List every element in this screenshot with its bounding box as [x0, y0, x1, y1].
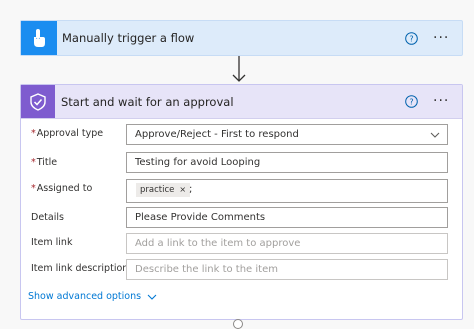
approval-card: Start and wait for an approval ? ··· *Ap…: [20, 84, 463, 320]
approval-title: Start and wait for an approval: [61, 95, 234, 109]
flow-arrow-icon: [232, 56, 246, 82]
svg-text:?: ?: [409, 34, 413, 43]
assigned-to-label: *Assigned to: [31, 183, 93, 194]
token-separator: ;: [189, 184, 193, 195]
item-link-label: Item link: [31, 237, 73, 248]
title-label: *Title: [31, 157, 58, 168]
item-link-description-input[interactable]: Describe the link to the item: [126, 259, 448, 280]
trigger-card[interactable]: Manually trigger a flow ? ···: [20, 20, 463, 56]
help-icon[interactable]: ?: [405, 32, 418, 45]
trigger-title: Manually trigger a flow: [62, 31, 195, 45]
remove-token-icon[interactable]: ×: [179, 185, 186, 194]
touch-hand-icon: [21, 21, 57, 55]
add-step-connector[interactable]: [233, 319, 243, 329]
more-options-icon[interactable]: ···: [433, 94, 449, 108]
approval-header[interactable]: Start and wait for an approval ? ···: [21, 85, 462, 119]
approval-check-icon: [21, 85, 55, 118]
chevron-down-icon: [430, 132, 440, 138]
assigned-to-input[interactable]: practice × ;: [126, 179, 448, 203]
approval-type-label: *Approval type: [31, 128, 104, 139]
item-link-description-label: Item link description: [31, 263, 129, 274]
show-advanced-options-link[interactable]: Show advanced options: [28, 291, 157, 302]
item-link-input[interactable]: Add a link to the item to approve: [126, 233, 448, 254]
details-input[interactable]: Please Provide Comments: [126, 207, 448, 228]
help-icon[interactable]: ?: [405, 95, 418, 108]
details-label: Details: [31, 212, 64, 223]
title-input[interactable]: Testing for avoid Looping: [126, 152, 448, 173]
svg-text:?: ?: [409, 97, 413, 106]
chevron-down-icon: [147, 294, 157, 300]
assignee-token: practice ×: [136, 183, 191, 197]
more-options-icon[interactable]: ···: [433, 31, 449, 45]
approval-type-dropdown[interactable]: Approve/Reject - First to respond: [126, 124, 448, 145]
